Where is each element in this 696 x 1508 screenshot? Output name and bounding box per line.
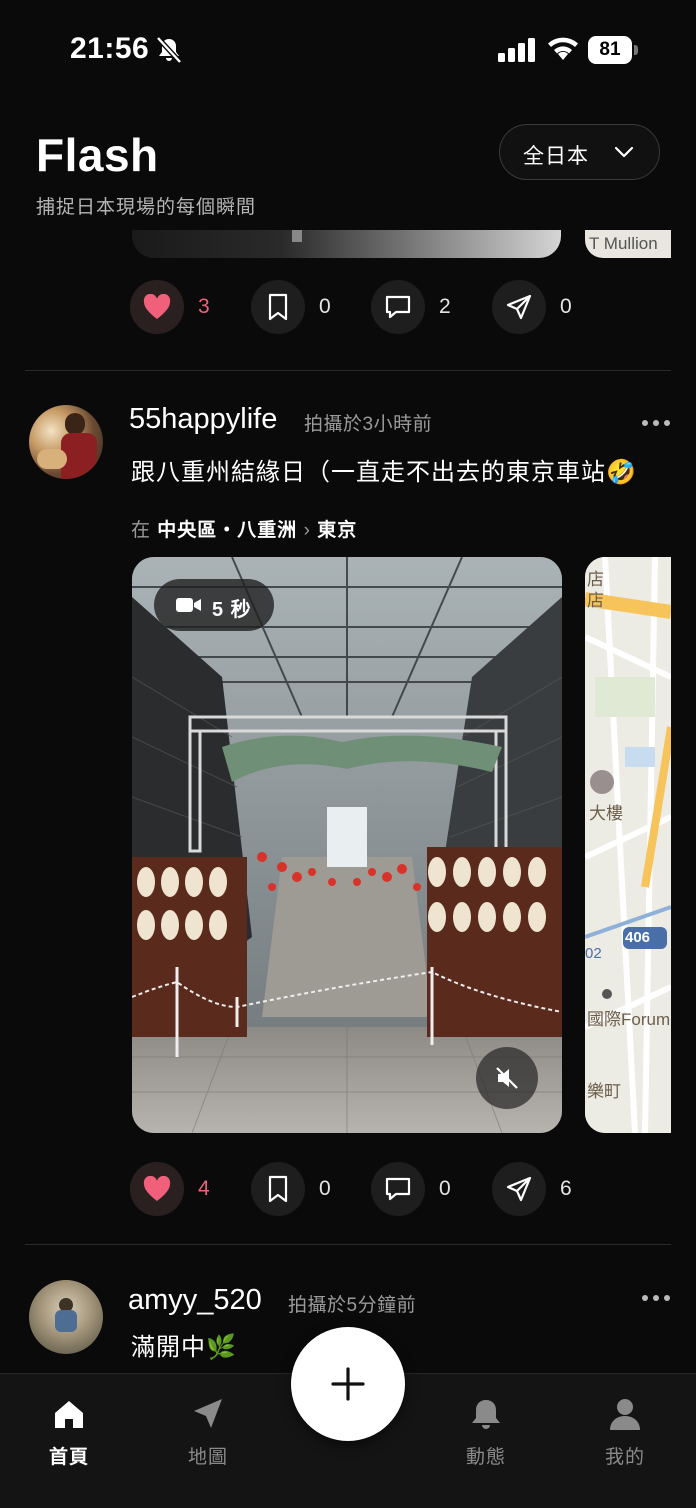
avatar[interactable]: [29, 405, 103, 479]
save-count: 0: [319, 295, 331, 318]
comment-count: 2: [439, 295, 451, 318]
battery-level: 81: [588, 36, 632, 64]
like-count: 3: [198, 295, 210, 318]
post-location[interactable]: 在 中央區・八重洲 › 東京: [131, 515, 357, 542]
location-name: 中央區・八重洲: [157, 520, 298, 541]
send-icon: [506, 1176, 532, 1202]
cellular-signal-icon: [498, 38, 535, 62]
create-post-button[interactable]: [291, 1327, 405, 1441]
like-button[interactable]: 4: [130, 1162, 210, 1216]
map-label: T Mullion: [589, 234, 658, 253]
heart-filled-icon: [143, 1176, 171, 1201]
comment-button[interactable]: 0: [371, 1162, 451, 1216]
post-username[interactable]: 55happylife: [129, 403, 277, 436]
share-button[interactable]: 0: [492, 280, 572, 334]
post-username[interactable]: amyy_520: [128, 1284, 262, 1317]
app-title: Flash: [36, 129, 159, 181]
battery-icon: 81: [588, 36, 638, 64]
map-label: 大樓: [589, 804, 623, 823]
video-duration-badge: 5 秒: [154, 579, 274, 631]
post-media-photo[interactable]: [132, 230, 561, 258]
map-label: 店: [587, 570, 604, 589]
post-media-map[interactable]: 店 店 大樓 406 02 國際Forum 樂町: [585, 557, 671, 1133]
post-actions: 3 0 2 0: [130, 280, 600, 334]
bookmark-icon: [268, 1175, 288, 1203]
heart-filled-icon: [143, 294, 171, 319]
map-label: 406: [625, 929, 651, 946]
post-caption: 滿開中🌿: [131, 1334, 237, 1361]
share-button[interactable]: 6: [492, 1162, 572, 1216]
nav-map[interactable]: 地圖: [163, 1396, 253, 1486]
avatar[interactable]: [29, 1280, 103, 1354]
speaker-muted-icon: [496, 1067, 518, 1089]
comment-icon: [385, 1177, 411, 1201]
nav-activity[interactable]: 動態: [441, 1396, 531, 1486]
nav-map-label: 地圖: [187, 1447, 228, 1468]
video-camera-icon: [176, 598, 201, 612]
navigation-arrow-icon: [194, 1399, 222, 1428]
app-subtitle: 捕捉日本現場的每個瞬間: [36, 197, 257, 218]
comment-icon: [385, 295, 411, 319]
post-divider: [25, 1244, 671, 1245]
location-city: 東京: [317, 520, 358, 541]
save-count: 0: [319, 1177, 331, 1200]
map-label: 02: [585, 945, 602, 962]
post-time: 拍攝於5分鐘前: [288, 1295, 417, 1316]
region-select[interactable]: 全日本: [499, 124, 660, 180]
post-divider: [25, 370, 671, 371]
comment-count: 0: [439, 1177, 451, 1200]
share-count: 6: [560, 1177, 572, 1200]
post-caption: 跟八重州結緣日（一直走不出去的東京車站🤣: [131, 459, 637, 486]
send-icon: [506, 294, 532, 320]
region-select-value: 全日本: [523, 145, 589, 168]
like-count: 4: [198, 1177, 210, 1200]
map-label: 樂町: [587, 1082, 621, 1101]
save-button[interactable]: 0: [251, 280, 331, 334]
home-icon: [55, 1401, 83, 1428]
plus-icon: [331, 1367, 365, 1401]
status-bar: 21:56 81: [0, 0, 696, 100]
share-count: 0: [560, 295, 572, 318]
location-prefix: 在: [131, 520, 152, 541]
user-icon: [610, 1399, 640, 1430]
nav-me-label: 我的: [604, 1447, 645, 1468]
wifi-icon: [548, 37, 578, 60]
comment-button[interactable]: 2: [371, 280, 451, 334]
map-label: 店: [587, 591, 604, 610]
video-duration: 5 秒: [212, 599, 252, 621]
bell-icon: [472, 1400, 500, 1429]
post-media-map[interactable]: T Mullion: [585, 230, 671, 258]
nav-activity-label: 動態: [465, 1447, 506, 1468]
bookmark-icon: [268, 293, 288, 321]
post-media-video[interactable]: 5 秒: [132, 557, 562, 1133]
more-options-icon[interactable]: [641, 418, 671, 428]
post-time: 拍攝於3小時前: [304, 414, 433, 435]
nav-home[interactable]: 首頁: [24, 1396, 114, 1486]
nav-home-label: 首頁: [48, 1447, 89, 1468]
nav-me[interactable]: 我的: [580, 1396, 670, 1486]
chevron-down-icon: [614, 146, 634, 158]
save-button[interactable]: 0: [251, 1162, 331, 1216]
video-frame: [132, 557, 562, 1133]
mute-button[interactable]: [476, 1047, 538, 1109]
map-label: 國際Forum: [587, 1010, 671, 1029]
bell-off-icon: [156, 36, 182, 64]
like-button[interactable]: 3: [130, 280, 210, 334]
more-options-icon[interactable]: [641, 1293, 671, 1303]
status-time: 21:56: [70, 32, 150, 65]
post-actions: 4 0 0 6: [130, 1162, 600, 1216]
